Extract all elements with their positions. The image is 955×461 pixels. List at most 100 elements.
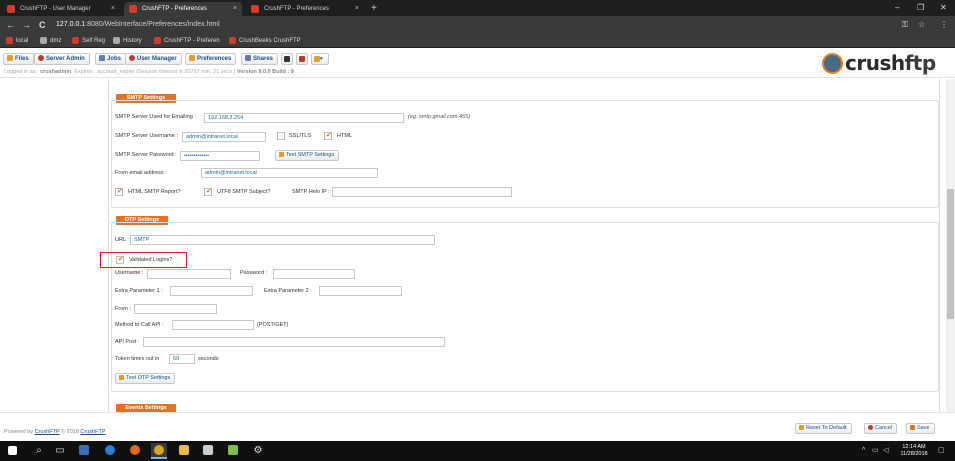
search-icon[interactable]: ⌕ [31, 443, 47, 459]
clock-time: 12:14 AM [902, 444, 926, 450]
firefox-icon[interactable] [127, 443, 143, 459]
vertical-scrollbar[interactable] [946, 79, 955, 412]
ssl-tls-checkbox[interactable] [277, 132, 285, 140]
extra-parameter-2-input[interactable] [319, 286, 402, 296]
tab-user-manager[interactable]: CrushFTP - User Manager × [2, 2, 120, 16]
url-field[interactable]: 127.0.0.1:8080/WebInterface/Preferences/… [56, 20, 220, 30]
html-checkbox[interactable] [324, 131, 332, 140]
crushftp-link[interactable]: CrushFTP [35, 429, 60, 435]
tab-close-icon[interactable]: × [111, 2, 115, 16]
tab-close-icon[interactable]: × [233, 2, 237, 16]
test-otp-button[interactable]: Test OTP Settings [115, 373, 176, 384]
crushftp-logo: crushftp [822, 50, 952, 76]
image-viewer-icon[interactable] [200, 443, 216, 459]
shares-button[interactable]: Shares [241, 53, 279, 65]
terminal-button[interactable] [281, 53, 293, 65]
user-manager-button[interactable]: User Manager [125, 53, 182, 65]
bookmark-crushbeeks[interactable]: CrushBeeks CrushFTP [229, 36, 301, 46]
server-admin-button[interactable]: Server Admin [34, 53, 90, 65]
tab-preferences-active[interactable]: CrushFTP - Preferences × [124, 2, 242, 16]
ssl-tls-label: SSL/TLS [289, 133, 312, 139]
token-timeout-input[interactable]: 60 [169, 354, 195, 364]
otp-username-input[interactable] [147, 269, 231, 279]
smtp-server-input[interactable]: 192.168.3.254 [204, 113, 404, 123]
from-email-input[interactable]: admin@intranet.local [201, 168, 378, 178]
preferences-button[interactable]: Preferences [185, 53, 237, 65]
api-post-input[interactable] [143, 337, 445, 347]
envelope-icon [119, 374, 124, 380]
smtp-helo-ip-label: SMTP Helo IP : [292, 189, 330, 195]
tray-chevron-icon[interactable]: ^ [862, 446, 865, 456]
forward-icon[interactable]: → [22, 19, 31, 31]
smtp-username-input[interactable]: admin@intranet.local [182, 132, 266, 142]
taskbar-clock[interactable]: 12:14 AM 11/28/2018 [896, 444, 932, 458]
tab-preferences[interactable]: CrushFTP - Preferences × [246, 2, 364, 16]
api-post-label: API Post : [115, 339, 140, 345]
preferences-content: SMTP Settings SMTP Server Used for Email… [0, 79, 955, 412]
extra-parameter-2-label: Extra Parameter 2 : [264, 288, 312, 294]
cancel-button[interactable]: Cancel [864, 423, 898, 434]
otp-username-label: Username : [115, 270, 144, 276]
more-menu-button[interactable]: ▾ [311, 53, 329, 65]
footer: Powered by CrushFTP © 2018 CrushFTP Rese… [0, 412, 955, 441]
bookmark-icon [154, 36, 161, 44]
reload-icon[interactable]: C [39, 19, 46, 31]
new-tab-button[interactable]: + [371, 2, 377, 15]
minimize-icon[interactable]: – [895, 2, 899, 14]
bookmark-local[interactable]: local [6, 36, 28, 46]
otp-from-input[interactable] [134, 304, 217, 314]
notifications-icon[interactable]: ▢ [938, 446, 945, 456]
chrome-icon[interactable] [151, 443, 167, 459]
reset-to-default-button[interactable]: Reset To Default [795, 423, 852, 434]
extra-parameter-1-input[interactable] [170, 286, 253, 296]
html-smtp-report-checkbox[interactable] [115, 187, 123, 196]
scrollbar-thumb[interactable] [947, 189, 954, 319]
jobs-icon [99, 54, 105, 61]
bookmark-history[interactable]: History [113, 36, 142, 46]
smtp-server-label: SMTP Server Used for Emailing : [115, 114, 196, 120]
bookmark-icon [6, 36, 13, 44]
task-view-icon[interactable]: ▭ [52, 443, 68, 459]
address-bar: ← → C 127.0.0.1:8080/WebInterface/Prefer… [0, 16, 955, 34]
jobs-button[interactable]: Jobs [95, 53, 127, 65]
notepad-icon[interactable] [225, 443, 241, 459]
bookmark-star-icon[interactable]: ☆ [918, 19, 925, 31]
network-icon[interactable]: ▭ [872, 446, 879, 456]
windows-taskbar: ⌕ ▭ ⚙ ^ ▭ ◁ 12:14 AM 11/28/2018 ▢ [0, 441, 955, 461]
chevron-down-icon: ▾ [320, 56, 323, 62]
tools-button[interactable] [296, 53, 308, 65]
settings-gear-icon[interactable]: ⚙ [250, 443, 266, 459]
smtp-username-label: SMTP Server Username : [115, 133, 178, 139]
html-label: HTML [337, 133, 352, 139]
close-window-icon[interactable]: ✕ [940, 2, 947, 14]
files-button[interactable]: Files [3, 53, 34, 65]
tab-close-icon[interactable]: × [355, 2, 359, 16]
file-explorer-icon[interactable] [76, 443, 92, 459]
edge-icon[interactable] [102, 443, 118, 459]
smtp-helo-ip-input[interactable] [332, 187, 512, 197]
maximize-icon[interactable]: ❐ [917, 2, 924, 14]
bookmark-self-reg[interactable]: Self Reg [72, 36, 105, 46]
smtp-password-input[interactable]: ••••••••••••• [180, 151, 260, 161]
back-icon[interactable]: ← [6, 19, 15, 31]
logo-icon [822, 53, 843, 74]
otp-password-input[interactable] [273, 269, 355, 279]
utf8-smtp-subject-checkbox[interactable] [204, 187, 212, 196]
key-icon[interactable]: ⚿ [902, 19, 908, 31]
save-button[interactable]: Save [906, 423, 935, 434]
test-smtp-button[interactable]: Test SMTP Settings [275, 150, 340, 161]
browser-menu-icon[interactable]: ⋮ [940, 19, 948, 31]
method-input[interactable] [172, 320, 254, 330]
clock-date: 11/28/2018 [900, 451, 928, 457]
start-icon[interactable] [4, 443, 20, 459]
bookmark-dmz[interactable]: dmz [40, 36, 61, 46]
folder-icon[interactable] [176, 443, 192, 459]
bookmark-crushftp-preferences[interactable]: CrushFTP - Preferen [154, 36, 220, 46]
utf8-smtp-subject-label: UTF8 SMTP Subject? [217, 189, 271, 195]
otp-url-input[interactable]: SMTP [130, 235, 435, 245]
terminal-icon [284, 56, 290, 63]
volume-icon[interactable]: ◁ [883, 446, 888, 456]
method-label: Method to Call API : [115, 322, 164, 328]
crushftp-copyright-link[interactable]: CrushFTP [80, 429, 105, 435]
events-settings-heading[interactable]: Events Settings [116, 404, 176, 412]
